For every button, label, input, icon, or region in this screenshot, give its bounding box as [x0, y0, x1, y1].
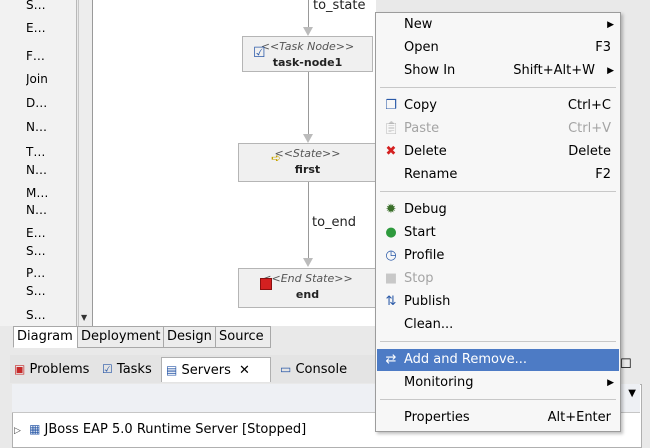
- menu-item-new[interactable]: New ▶: [377, 14, 619, 36]
- tab-servers[interactable]: ▤ Servers ✕: [161, 357, 271, 382]
- menu-separator: [380, 87, 616, 88]
- publish-icon: ⇅: [385, 294, 397, 309]
- palette-item-decision[interactable]: ◇D…: [26, 93, 76, 113]
- palette-item-super-state[interactable]: ➪S…: [26, 305, 76, 325]
- arrowhead: [303, 134, 313, 143]
- start-icon: ●: [385, 225, 397, 240]
- palette-scrollbar[interactable]: ▼: [78, 0, 92, 326]
- tab-tasks[interactable]: ☑ Tasks: [102, 357, 152, 381]
- menu-item-copy[interactable]: ❐ Copy Ctrl+C: [377, 95, 619, 117]
- menu-item-open[interactable]: Open F3: [377, 37, 619, 59]
- palette-item-start-state[interactable]: ➪S…: [26, 0, 76, 15]
- transition-line: [308, 182, 309, 258]
- scroll-down-icon[interactable]: ▼: [81, 313, 87, 322]
- submenu-arrow-icon: ▶: [607, 66, 614, 76]
- debug-icon: ✹: [385, 202, 397, 217]
- problems-icon: ▣: [14, 362, 26, 376]
- tab-source[interactable]: Source: [215, 326, 271, 348]
- palette-item-process-state[interactable]: ⚙P…: [26, 263, 76, 283]
- state-node[interactable]: ➪ <<State>> first: [238, 143, 377, 182]
- delete-icon: ✖: [385, 144, 397, 159]
- menu-item-paste[interactable]: 📋︎ Paste Ctrl+V: [377, 118, 619, 140]
- diagram-canvas[interactable]: to_state ☑ <<Task Node>> task-node1 ➪ <<…: [92, 0, 377, 326]
- submenu-arrow-icon: ▶: [607, 378, 614, 388]
- palette-item-end-state[interactable]: ■E…: [26, 18, 76, 38]
- arrowhead: [303, 258, 313, 267]
- menu-item-delete[interactable]: ✖ Delete Delete: [377, 141, 619, 163]
- palette-item-node[interactable]: ✹N…: [26, 117, 76, 137]
- end-state-node[interactable]: <<End State>> end: [238, 268, 377, 308]
- edge-label-to-state: to_state: [313, 0, 366, 13]
- console-icon: ▭: [280, 362, 292, 376]
- menu-item-show-in[interactable]: Show In Shift+Alt+W ▶: [377, 60, 619, 82]
- bottom-panel-tabs: ▣ Problems ☑ Tasks ▤ Servers ✕ ▭ Console: [10, 355, 375, 383]
- palette-item-es-node-2[interactable]: S…: [26, 241, 76, 261]
- copy-icon: ❐: [385, 98, 397, 113]
- menu-item-properties[interactable]: Properties Alt+Enter: [377, 407, 619, 429]
- server-icon: ▦: [29, 422, 41, 436]
- menu-separator: [380, 191, 616, 192]
- palette-item-task-node-2[interactable]: N…: [26, 160, 76, 180]
- menu-separator: [380, 399, 616, 400]
- menu-item-profile[interactable]: ◷ Profile: [377, 245, 619, 267]
- submenu-arrow-icon: ▶: [607, 20, 614, 30]
- profile-icon: ◷: [385, 248, 397, 263]
- server-row[interactable]: ▷ ▦ JBoss EAP 5.0 Runtime Server [Stoppe…: [14, 418, 374, 440]
- menu-item-publish[interactable]: ⇅ Publish: [377, 291, 619, 313]
- menu-separator: [380, 341, 616, 342]
- menu-item-rename[interactable]: Rename F2: [377, 164, 619, 186]
- palette-item-mail-node-2[interactable]: N…: [26, 200, 76, 220]
- maximize-icon[interactable]: ☐: [620, 357, 632, 372]
- servers-icon: ▤: [166, 363, 178, 377]
- end-state-icon: [260, 278, 272, 290]
- context-menu: New ▶ Open F3 Show In Shift+Alt+W ▶ ❐ Co…: [375, 12, 621, 432]
- tab-diagram[interactable]: Diagram: [13, 326, 79, 348]
- node-stereotype: <<State>>: [274, 147, 341, 160]
- tab-problems[interactable]: ▣ Problems: [14, 357, 89, 381]
- menu-item-monitoring[interactable]: Monitoring ▶: [377, 372, 619, 394]
- state-icon: ➪: [271, 151, 282, 165]
- menu-item-start[interactable]: ● Start: [377, 222, 619, 244]
- add-remove-icon: ⇄: [385, 352, 397, 367]
- menu-item-clean[interactable]: Clean...: [377, 314, 619, 336]
- menu-item-debug[interactable]: ✹ Debug: [377, 199, 619, 221]
- tasks-icon: ☑: [102, 362, 113, 376]
- palette-item-task-node[interactable]: ☑T…: [26, 142, 76, 162]
- menu-item-add-and-remove[interactable]: ⇄ Add and Remove...: [377, 349, 619, 371]
- palette-item-join[interactable]: ⊶Join: [26, 69, 76, 89]
- stop-icon: ■: [384, 271, 398, 286]
- menu-item-stop[interactable]: ■ Stop: [377, 268, 619, 290]
- tab-deployment[interactable]: Deployment: [77, 326, 165, 348]
- expand-icon[interactable]: ▷: [14, 426, 21, 436]
- palette-item-fork[interactable]: ⚙F…: [26, 46, 76, 66]
- node-name: first: [294, 163, 321, 176]
- transition-line: [308, 72, 309, 134]
- transition-line: [308, 0, 309, 28]
- palette-item-es-node[interactable]: ⚑E…: [26, 223, 76, 243]
- paste-icon: 📋︎: [383, 121, 400, 136]
- task-node-icon: ☑: [253, 45, 266, 61]
- view-menu-icon[interactable]: ▼: [628, 388, 636, 399]
- editor-tabs: Diagram Deployment Design Source: [13, 326, 375, 348]
- diagram-palette: ➪S… ■E… ⚙F… ⊶Join ◇D… ✹N… ☑T… N… ✉M… N… …: [0, 0, 77, 326]
- tab-design[interactable]: Design: [163, 326, 217, 348]
- palette-item-process-state-2[interactable]: S…: [26, 281, 76, 301]
- close-icon[interactable]: ✕: [239, 363, 250, 378]
- task-node[interactable]: ☑ <<Task Node>> task-node1: [242, 36, 373, 72]
- tab-console[interactable]: ▭ Console: [280, 357, 347, 381]
- arrowhead: [303, 27, 313, 36]
- edge-label-to-end: to_end: [312, 215, 357, 230]
